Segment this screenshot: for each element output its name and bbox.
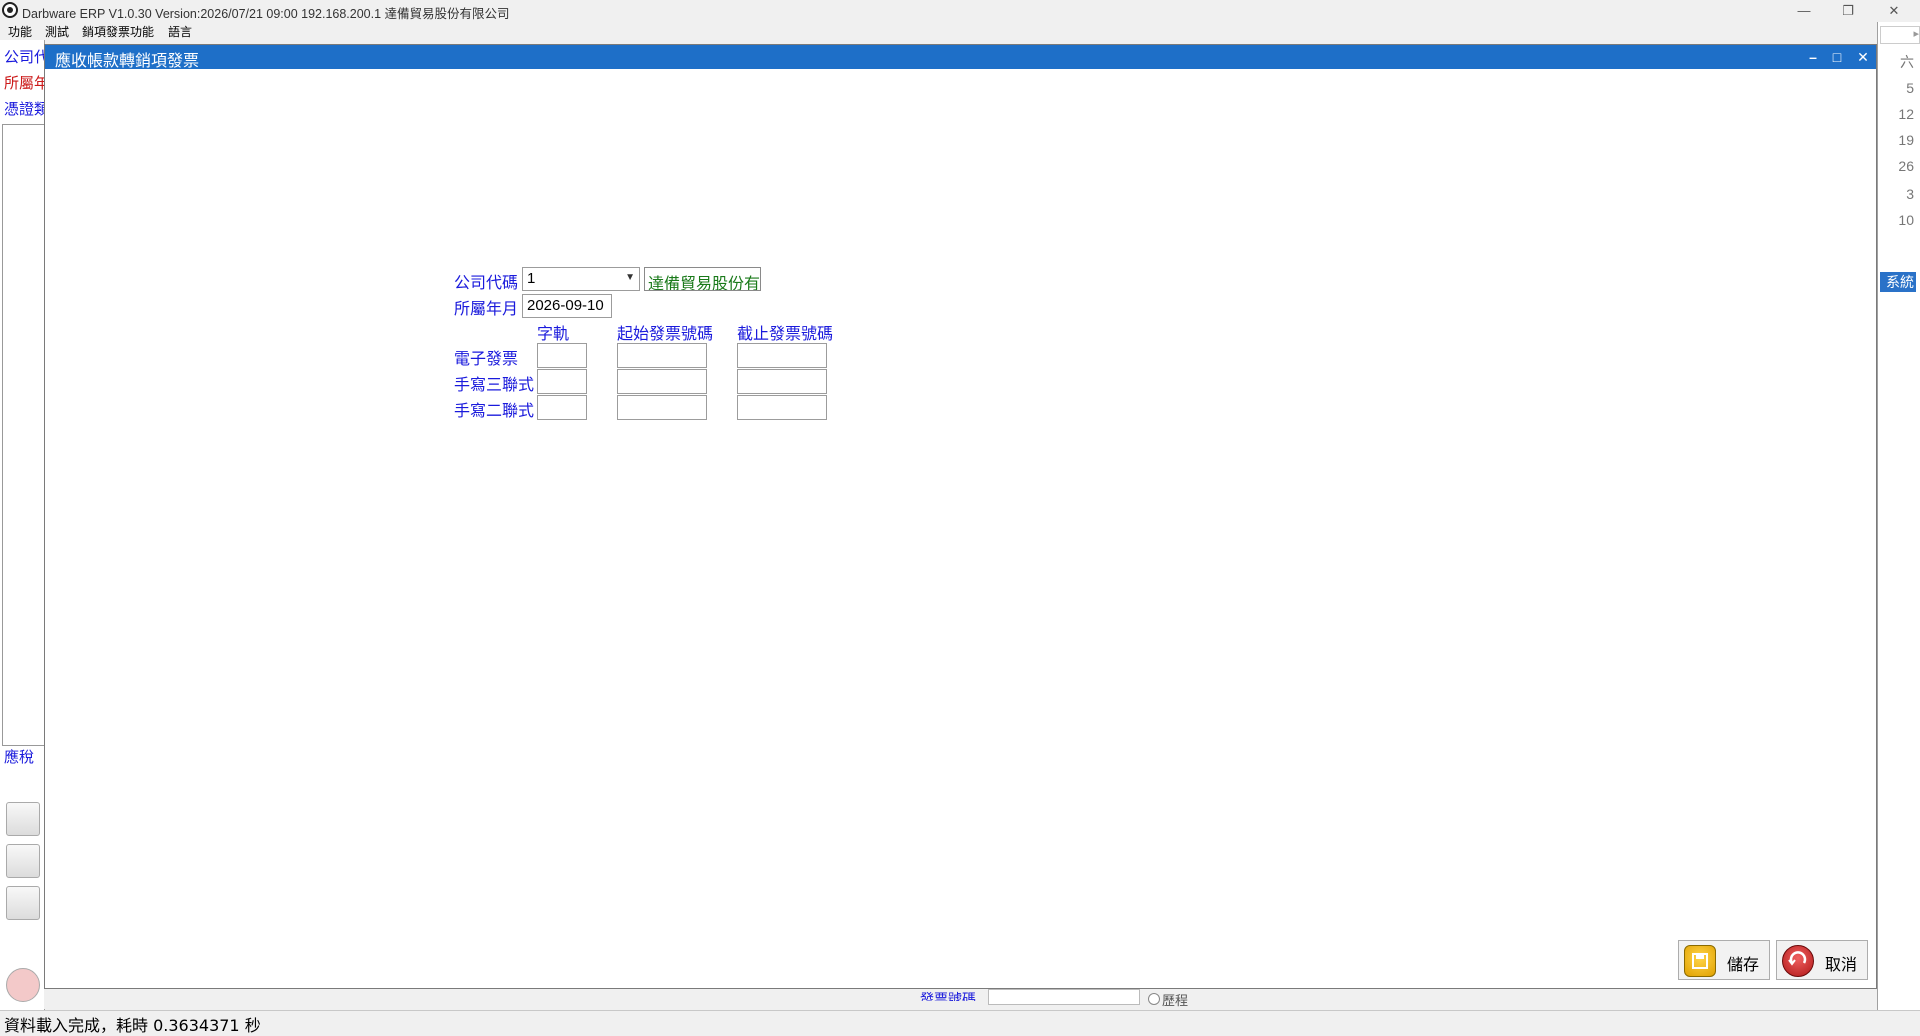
- e-invoice-label: 電子發票: [454, 351, 519, 368]
- scroll-up-icon[interactable]: [6, 968, 40, 1002]
- edit-note-icon[interactable]: [6, 802, 40, 836]
- triplicate-invoice-label: 手寫三聯式: [454, 377, 535, 394]
- parent-right-panel: ▸ 六 5 12 19 26 3 10 系統: [1877, 22, 1920, 1010]
- calendar-day[interactable]: 3: [1884, 186, 1914, 202]
- save-button[interactable]: 儲存: [1678, 940, 1770, 980]
- minimize-window-button[interactable]: —: [1784, 0, 1824, 22]
- parent-bottom-bar: 發票號碼 歷程: [44, 989, 1877, 1009]
- start-number-column-header: 起始發票號碼: [617, 326, 714, 343]
- parent-company-label: 公司代: [4, 49, 44, 66]
- e-invoice-start-input[interactable]: [617, 343, 707, 368]
- company-code-select[interactable]: 1 ▼: [522, 267, 640, 291]
- app-title: Darbware ERP V1.0.30 Version:2026/07/21 …: [22, 7, 510, 21]
- triplicate-end-input[interactable]: [737, 369, 827, 394]
- history-label: 歷程: [1162, 993, 1189, 1008]
- dialog-minimize-button[interactable]: –: [1801, 45, 1825, 69]
- company-code-value: 1: [527, 270, 536, 287]
- close-window-button[interactable]: ✕: [1874, 0, 1914, 22]
- dialog-title: 應收帳款轉銷項發票: [55, 53, 200, 70]
- calendar-day[interactable]: 12: [1884, 106, 1914, 122]
- user-icon[interactable]: [6, 844, 40, 878]
- duplicate-track-input[interactable]: [537, 395, 587, 420]
- invoice-number-label: 發票號碼: [920, 991, 976, 1001]
- calendar-saturday-header: 六: [1900, 54, 1914, 70]
- parent-taxable-label: 應稅: [4, 749, 35, 766]
- triplicate-start-input[interactable]: [617, 369, 707, 394]
- period-input[interactable]: 2026-09-10: [522, 294, 612, 318]
- folder-icon[interactable]: [6, 886, 40, 920]
- app-titlebar: Darbware ERP V1.0.30 Version:2026/07/21 …: [0, 0, 1920, 22]
- period-label: 所屬年月: [454, 301, 519, 318]
- duplicate-start-input[interactable]: [617, 395, 707, 420]
- e-invoice-end-input[interactable]: [737, 343, 827, 368]
- company-name-display: 達備貿易股份有: [644, 267, 761, 291]
- menu-bar: 功能 測試 銷項發票功能 語言: [0, 22, 1920, 40]
- calendar-day[interactable]: 10: [1884, 212, 1914, 228]
- duplicate-end-input[interactable]: [737, 395, 827, 420]
- menu-test[interactable]: 測試: [45, 23, 69, 40]
- track-column-header: 字軌: [537, 326, 570, 343]
- calendar-day[interactable]: 5: [1884, 80, 1914, 96]
- duplicate-invoice-label: 手寫二聯式: [454, 403, 535, 420]
- parent-left-panel: 公司代 所屬年 憑證類 應稅: [0, 40, 46, 1010]
- status-bar: [0, 1010, 1920, 1033]
- calendar-day[interactable]: 19: [1884, 132, 1914, 148]
- menu-function[interactable]: 功能: [8, 23, 32, 40]
- dialog-titlebar: 應收帳款轉銷項發票 – □ ✕: [45, 45, 1876, 70]
- chevron-down-icon[interactable]: ▼: [625, 272, 635, 283]
- save-button-label: 儲存: [1727, 957, 1760, 974]
- parent-voucher-type-label: 憑證類: [4, 101, 44, 118]
- system-button[interactable]: 系統: [1880, 272, 1916, 292]
- e-invoice-track-input[interactable]: [537, 343, 587, 368]
- dialog-maximize-button[interactable]: □: [1825, 45, 1849, 69]
- cancel-icon: [1782, 945, 1814, 977]
- triplicate-track-input[interactable]: [537, 369, 587, 394]
- restore-window-button[interactable]: ❐: [1828, 0, 1868, 22]
- calendar-day[interactable]: 26: [1884, 158, 1914, 174]
- parent-period-label: 所屬年: [4, 75, 44, 92]
- app-logo-icon: [2, 2, 18, 18]
- end-number-column-header: 截止發票號碼: [737, 326, 834, 343]
- cancel-button-label: 取消: [1825, 957, 1858, 974]
- dialog-close-button[interactable]: ✕: [1851, 45, 1875, 69]
- history-radio[interactable]: [1148, 993, 1160, 1005]
- menu-language[interactable]: 語言: [168, 23, 192, 40]
- parent-data-grid[interactable]: [2, 124, 46, 746]
- invoice-number-input[interactable]: [988, 989, 1140, 1005]
- calendar-next-icon[interactable]: ▸: [1880, 26, 1920, 44]
- company-code-label: 公司代碼: [454, 275, 519, 292]
- ar-to-invoice-dialog: 應收帳款轉銷項發票 – □ ✕ 公司代碼 1 ▼ 達備貿易股份有 所屬年月 20…: [44, 44, 1877, 989]
- status-text: 資料載入完成，耗時 0.3634371 秒: [4, 1016, 261, 1035]
- save-icon: [1684, 945, 1716, 977]
- cancel-button[interactable]: 取消: [1776, 940, 1868, 980]
- menu-invoice-functions[interactable]: 銷項發票功能: [82, 23, 154, 40]
